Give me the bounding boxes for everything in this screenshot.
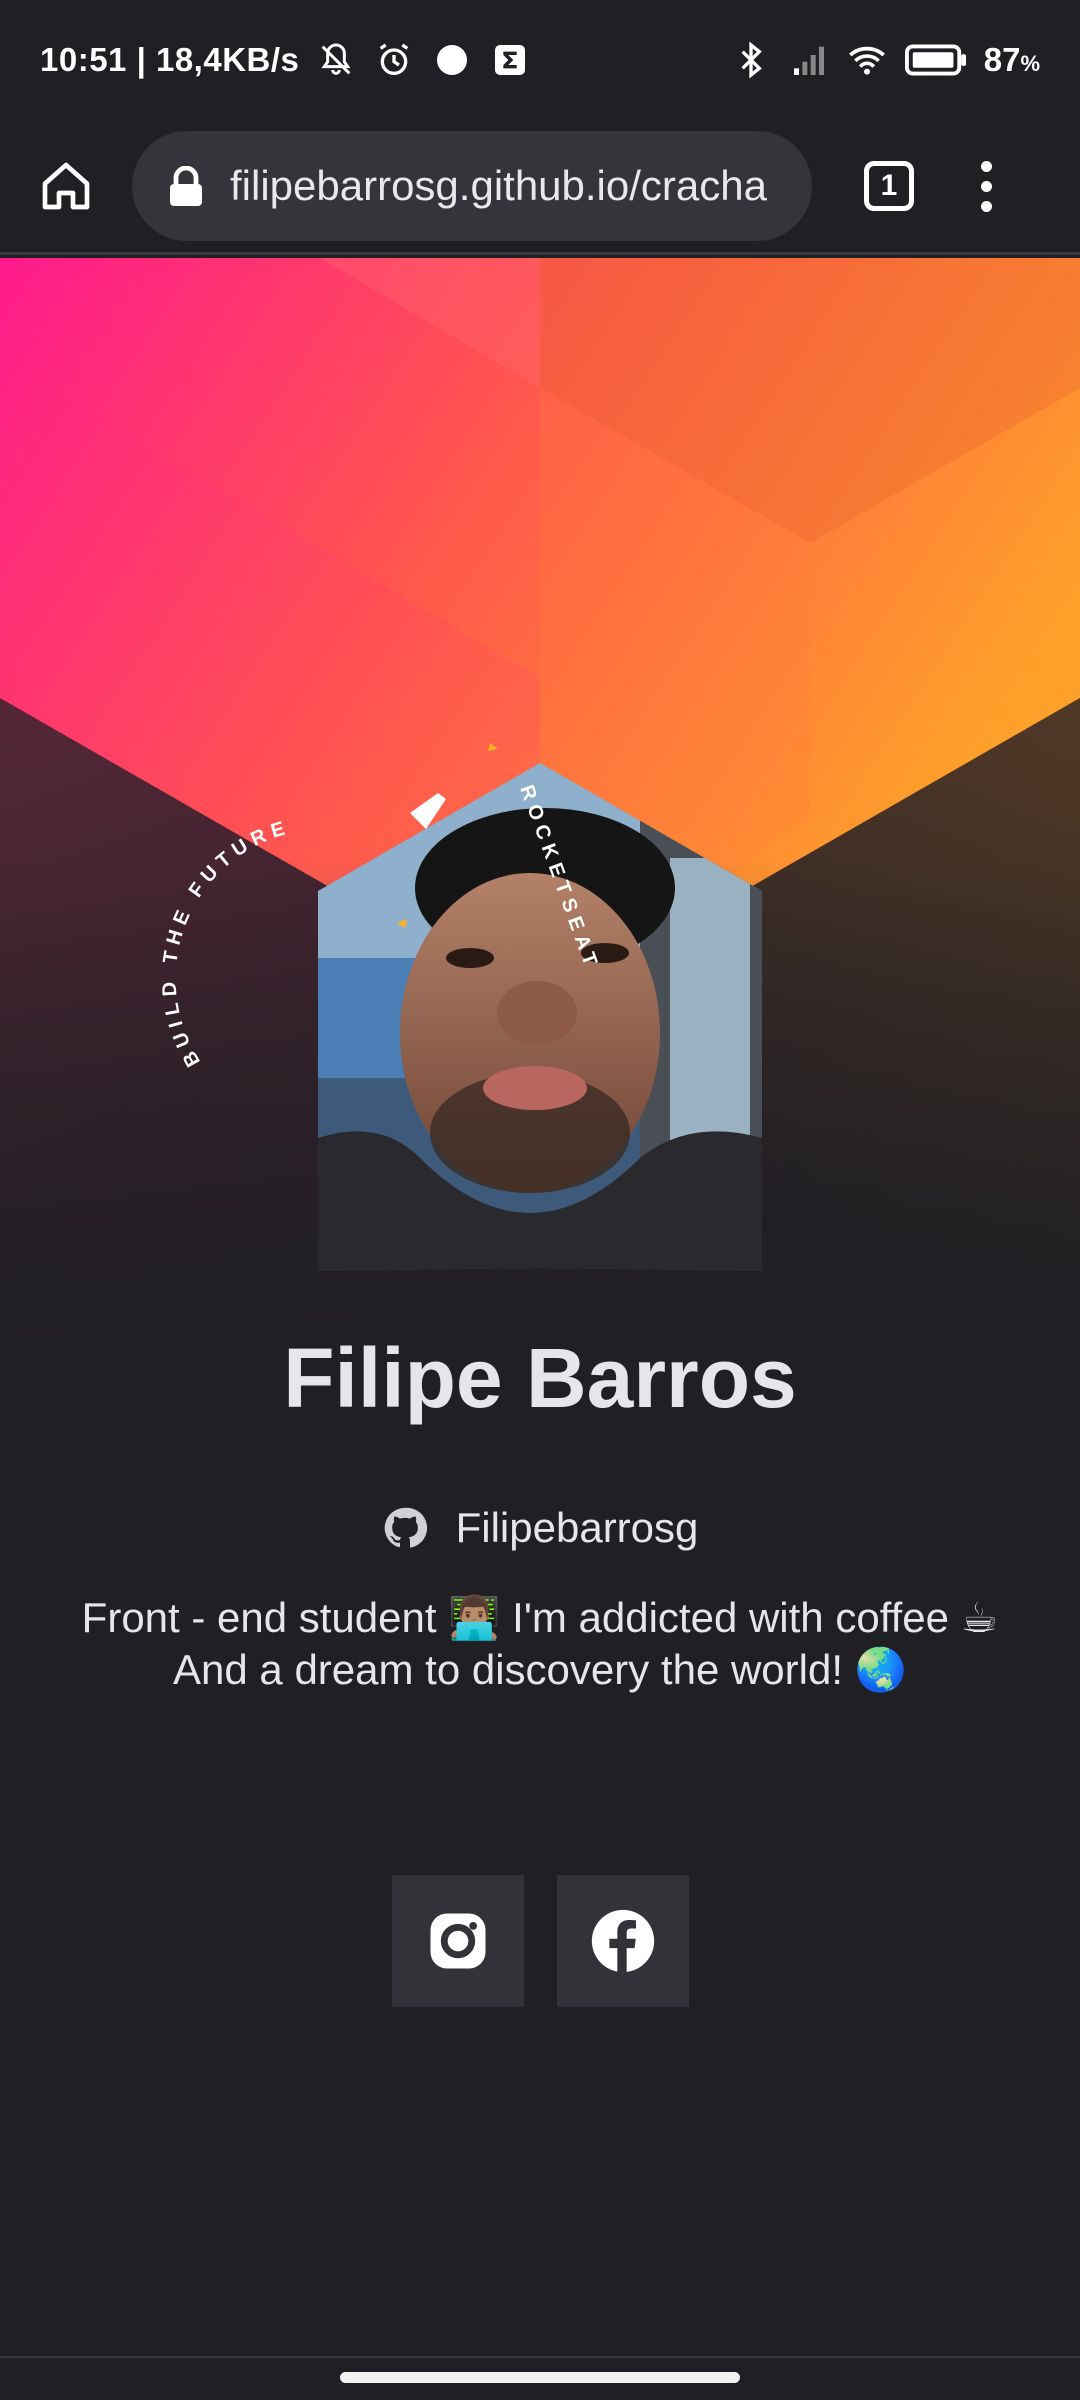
url-text: filipebarrosg.github.io/cracha xyxy=(230,162,767,209)
signal-icon xyxy=(788,39,830,81)
bluetooth-icon xyxy=(730,39,772,81)
dot-icon xyxy=(431,39,473,81)
home-button[interactable] xyxy=(24,144,108,228)
bio-line-1: Front - end student 👨🏽‍💻 I'm addicted wi… xyxy=(81,1594,999,1641)
status-time: 10:51 | 18,4KB/s xyxy=(40,41,300,78)
bio: Front - end student 👨🏽‍💻 I'm addicted wi… xyxy=(30,1592,1050,1696)
instagram-button[interactable] xyxy=(392,1875,524,2007)
battery-unit: % xyxy=(1020,51,1040,76)
sigma-icon xyxy=(489,39,531,81)
instagram-icon xyxy=(430,1913,486,1969)
battery-icon xyxy=(904,39,968,81)
lock-icon xyxy=(170,166,202,206)
github-icon xyxy=(384,1507,427,1548)
browser-toolbar: filipebarrosg.github.io/cracha 1 xyxy=(0,120,1080,255)
muted-bell-icon xyxy=(315,39,357,81)
tab-switcher-button[interactable]: 1 xyxy=(864,161,914,211)
gesture-home-indicator[interactable] xyxy=(340,2372,740,2383)
hero-banner: BUILD THE FUTURE ROCKETSEAT xyxy=(0,258,1080,1358)
bio-line-2: And a dream to discovery the world! 🌏 xyxy=(173,1646,907,1693)
alarm-icon xyxy=(373,39,415,81)
facebook-button[interactable] xyxy=(557,1875,689,2007)
home-icon xyxy=(42,162,90,210)
nav-divider xyxy=(0,2356,1080,2358)
more-menu-button[interactable] xyxy=(974,144,998,228)
address-bar[interactable]: filipebarrosg.github.io/cracha xyxy=(132,131,812,241)
tab-count: 1 xyxy=(880,169,898,202)
facebook-icon xyxy=(591,1909,655,1973)
github-link[interactable]: Filipebarrosg xyxy=(0,1498,1080,1558)
social-links xyxy=(392,1875,689,2007)
battery-percent: 87 xyxy=(983,41,1021,78)
github-username: Filipebarrosg xyxy=(455,1504,699,1551)
status-bar: 10:51 | 18,4KB/s 87% xyxy=(0,0,1080,120)
wifi-icon xyxy=(846,39,888,81)
profile-name: Filipe Barros xyxy=(283,1331,797,1425)
